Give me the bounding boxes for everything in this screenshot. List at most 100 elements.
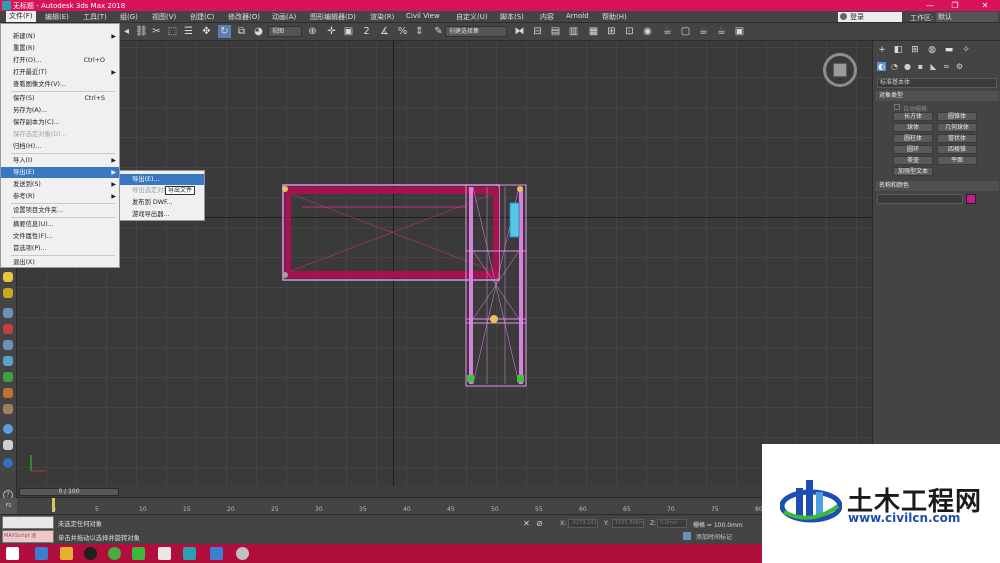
reference-coordinate-dropdown[interactable]: 视图: [268, 26, 302, 37]
menu-item-set-project-folder[interactable]: 设置项目文件夹...: [1, 205, 119, 216]
menu-group[interactable]: 组(G): [120, 12, 138, 22]
scene-geometry[interactable]: [17, 41, 872, 486]
menu-item-file-properties[interactable]: 文件属性(F)...: [1, 231, 119, 242]
mirror-icon[interactable]: ⧓: [513, 25, 526, 38]
menu-customize[interactable]: 自定义(U): [456, 12, 488, 22]
move-icon[interactable]: ✥: [200, 25, 213, 38]
z-coord-field[interactable]: 0.0mm: [657, 519, 687, 528]
signin-dropdown[interactable]: 登录: [838, 12, 902, 22]
scene-tool-icon[interactable]: [3, 372, 13, 382]
3dsmax-icon[interactable]: [183, 547, 196, 560]
messenger-icon[interactable]: [210, 547, 223, 560]
workspace-dropdown[interactable]: 默认: [936, 12, 998, 22]
x-coord-field[interactable]: -5279.241: [568, 519, 598, 528]
mini-curve-editor-button[interactable]: FS: [0, 498, 17, 514]
teapot-button[interactable]: 茶壶: [893, 156, 933, 165]
scene-tool-icon[interactable]: [3, 404, 13, 414]
plane-button[interactable]: 平面: [937, 156, 977, 165]
menu-item-save[interactable]: 保存(S) Ctrl+S: [1, 93, 119, 104]
object-color-swatch[interactable]: [966, 194, 976, 204]
maximize-button[interactable]: ❐: [945, 0, 965, 11]
menu-item-export[interactable]: 导出(E) ▶: [1, 167, 119, 178]
tube-button[interactable]: 管状体: [937, 134, 977, 143]
globe-icon[interactable]: [3, 424, 13, 434]
windows-start-icon[interactable]: [6, 547, 19, 560]
autogrid-checkbox[interactable]: [894, 104, 900, 110]
menu-create[interactable]: 创建(C): [190, 12, 214, 22]
shapes-icon[interactable]: ◔: [890, 62, 899, 71]
y-coord-field[interactable]: 1565.898m: [612, 519, 644, 528]
torus-button[interactable]: 圆环: [893, 145, 933, 154]
menu-content[interactable]: 内容: [540, 12, 554, 22]
curve-editor-icon[interactable]: ⊞: [605, 25, 618, 38]
object-name-field[interactable]: [877, 194, 963, 204]
scale-icon[interactable]: ⧉: [235, 25, 248, 38]
scene-tool-icon[interactable]: [3, 356, 13, 366]
maxscript-listener[interactable]: [2, 516, 54, 529]
wechat-icon[interactable]: [132, 547, 145, 560]
menu-edit[interactable]: 编辑(E): [45, 12, 69, 22]
light-icon[interactable]: [3, 272, 13, 282]
lights-icon[interactable]: ●: [903, 62, 912, 71]
scene-tool-icon[interactable]: [3, 308, 13, 318]
maxscript-mini-listener[interactable]: MAXScript 迷: [2, 530, 54, 543]
helpers-icon[interactable]: ◣: [929, 62, 938, 71]
primitive-category-dropdown[interactable]: 标准基本体: [877, 78, 997, 88]
angle-snap-icon[interactable]: ∡: [378, 25, 391, 38]
time-slider[interactable]: 0 / 100: [17, 486, 872, 497]
submenu-item-game-exporter[interactable]: 游戏导出器...: [120, 209, 204, 220]
hierarchy-tab-icon[interactable]: ⊞: [910, 45, 920, 55]
sun-icon[interactable]: [3, 288, 13, 298]
scene-tool-icon[interactable]: [3, 388, 13, 398]
align-icon[interactable]: ⊟: [531, 25, 544, 38]
menu-item-preferences[interactable]: 首选项(P)...: [1, 243, 119, 254]
link-icon[interactable]: ⛓: [135, 25, 148, 38]
isolate-icon[interactable]: ✕: [520, 517, 533, 530]
scene-tool-icon[interactable]: [3, 324, 13, 334]
render-iterative-icon[interactable]: ☕: [715, 25, 728, 38]
menu-item-reference[interactable]: 参考(R) ▶: [1, 191, 119, 202]
systems-icon[interactable]: ⚙: [955, 62, 964, 71]
display-tab-icon[interactable]: ▬: [944, 45, 954, 55]
select-by-name-icon[interactable]: ☰: [182, 25, 195, 38]
menu-item-import[interactable]: 导入(I) ▶: [1, 155, 119, 166]
manipulate-icon[interactable]: ✛: [325, 25, 338, 38]
perspective-viewport[interactable]: [17, 41, 872, 486]
menu-animation[interactable]: 动画(A): [272, 12, 296, 22]
cone-button[interactable]: 圆锥体: [937, 112, 977, 121]
edit-named-selection-icon[interactable]: ✎: [432, 25, 445, 38]
menu-item-save-copy[interactable]: 保存副本为(C)...: [1, 117, 119, 128]
modify-tab-icon[interactable]: ◧: [893, 45, 903, 55]
menu-scripting[interactable]: 脚本(S): [500, 12, 524, 22]
named-selection-dropdown[interactable]: 创建选择集: [445, 26, 507, 37]
menu-graph-editors[interactable]: 图形编辑器(D): [310, 12, 356, 22]
menu-modifiers[interactable]: 修改器(O): [228, 12, 260, 22]
menu-item-save-as[interactable]: 另存为(A)...: [1, 105, 119, 116]
close-button[interactable]: ✕: [975, 0, 995, 11]
time-tag-icon[interactable]: [683, 532, 691, 540]
box-button[interactable]: 长方体: [893, 112, 933, 121]
cameras-icon[interactable]: ▪: [916, 62, 925, 71]
percent-snap-icon[interactable]: %: [396, 25, 409, 38]
scene-explorer-icon[interactable]: ▤: [549, 25, 562, 38]
menu-civil-view[interactable]: Civil View: [406, 12, 440, 20]
undo-icon[interactable]: ◂: [120, 25, 133, 38]
schematic-view-icon[interactable]: ⊡: [623, 25, 636, 38]
folder-icon[interactable]: [60, 547, 73, 560]
submenu-item-export[interactable]: 导出(E)...: [120, 174, 204, 185]
autocad-icon[interactable]: [158, 547, 171, 560]
place-icon[interactable]: ◕: [252, 25, 265, 38]
menu-help[interactable]: 帮助(H): [602, 12, 627, 22]
motion-tab-icon[interactable]: ◍: [927, 45, 937, 55]
menu-item-exit[interactable]: 退出(X): [1, 257, 119, 268]
geometry-icon[interactable]: ◐: [877, 62, 886, 71]
menu-item-view-image[interactable]: 查看图像文件(V)...: [1, 79, 119, 90]
menu-item-summary-info[interactable]: 摘要信息(U)...: [1, 219, 119, 230]
trackbar[interactable]: 0 5 10 15 20 25 30 35 40 45 50 55 60 65 …: [17, 497, 872, 514]
menu-item-reset[interactable]: 重置(R): [1, 43, 119, 54]
select-region-icon[interactable]: ⬚: [166, 25, 179, 38]
create-tab-icon[interactable]: +: [877, 45, 887, 55]
rendered-frame-icon[interactable]: ▢: [679, 25, 692, 38]
scene-tool-icon[interactable]: [3, 340, 13, 350]
add-time-tag[interactable]: 添加时间标记: [696, 532, 732, 541]
